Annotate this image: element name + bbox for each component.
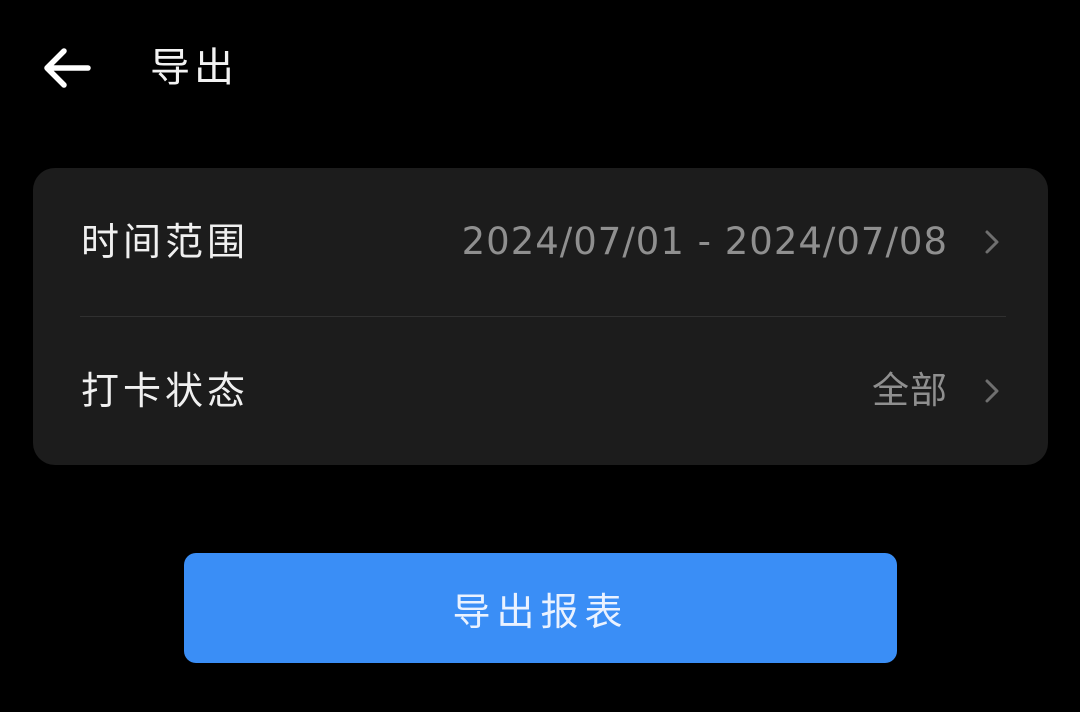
time-range-value: 2024/07/01 - 2024/07/08 [461,220,948,263]
export-report-label: 导出报表 [452,591,629,634]
chevron-right-icon [985,230,999,254]
time-range-label: 时间范围 [81,220,250,264]
export-settings-card: 时间范围 2024/07/01 - 2024/07/08 打卡状态 全部 [33,168,1048,465]
top-bar: 导出 [0,0,1080,136]
back-button[interactable] [32,36,100,100]
time-range-row[interactable]: 时间范围 2024/07/01 - 2024/07/08 [33,168,1048,317]
page-title: 导出 [150,45,238,91]
check-in-status-label: 打卡状态 [81,369,250,413]
arrow-left-icon [44,48,91,88]
chevron-right-icon [985,379,999,403]
check-in-status-value: 全部 [872,369,948,412]
export-report-button[interactable]: 导出报表 [184,553,897,663]
check-in-status-row[interactable]: 打卡状态 全部 [33,317,1048,465]
